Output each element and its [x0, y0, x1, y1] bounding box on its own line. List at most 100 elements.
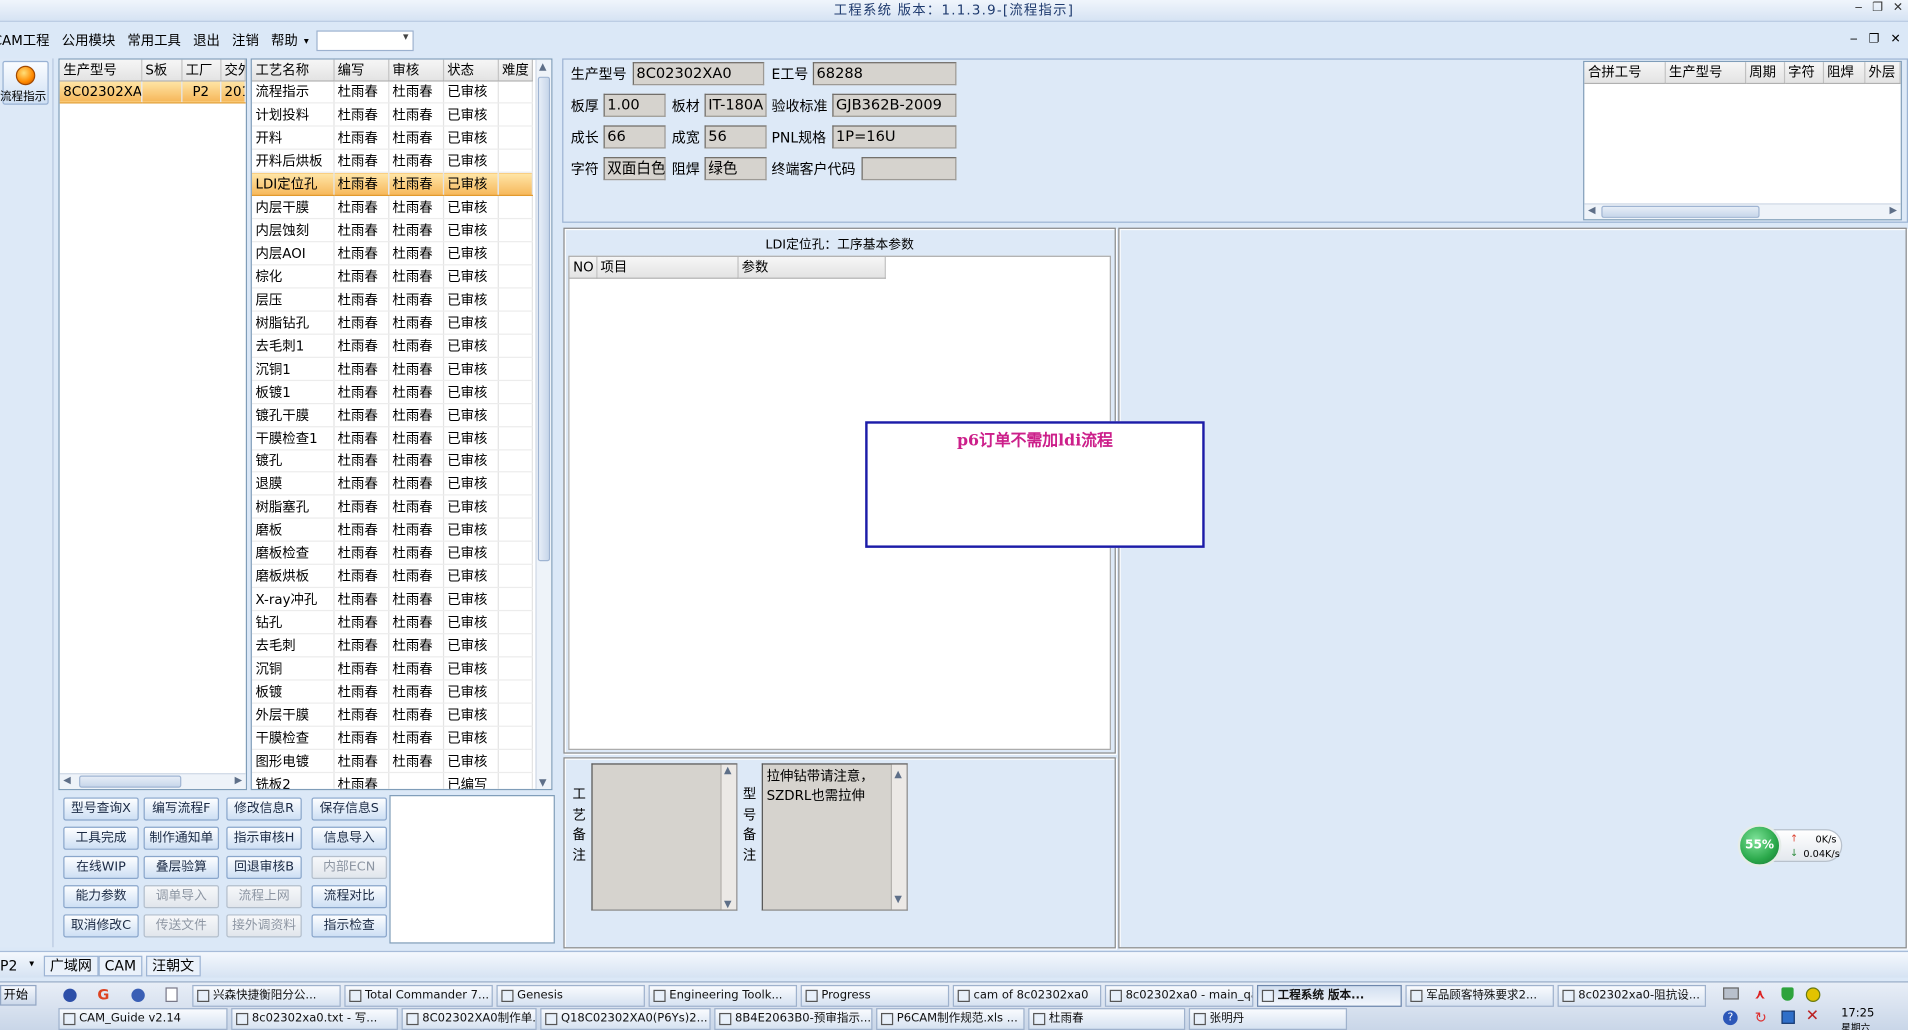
table-row[interactable]: X-ray冲孔 杜雨春 杜雨春 已审核: [251, 587, 533, 612]
table-row[interactable]: 树脂塞孔 杜雨春 杜雨春 已审核: [251, 495, 533, 520]
length-field[interactable]: 66: [603, 125, 666, 149]
taskbar-button[interactable]: CAM_Guide v2.14: [58, 1008, 228, 1030]
refresh-icon[interactable]: ↻: [1755, 1011, 1767, 1026]
scroll-up-icon[interactable]: ▲: [539, 61, 546, 72]
col-header[interactable]: 工厂: [181, 59, 221, 81]
table-row[interactable]: 板镀1 杜雨春 杜雨春 已审核: [251, 380, 533, 404]
model-field[interactable]: 8C02302XA0: [632, 62, 765, 86]
scroll-right-icon[interactable]: ▶: [235, 774, 242, 785]
app-icon[interactable]: [63, 988, 77, 1002]
shield-icon[interactable]: [1781, 987, 1794, 1001]
action-button[interactable]: 修改信息R: [226, 797, 302, 821]
action-button[interactable]: 流程上网: [226, 885, 302, 909]
scroll-left-icon[interactable]: ◀: [1588, 205, 1595, 216]
mdi-restore-icon[interactable]: ❐: [1869, 33, 1880, 46]
customer-code-field[interactable]: [861, 157, 957, 181]
col-header[interactable]: 编写: [333, 59, 389, 81]
app-icon[interactable]: G: [97, 987, 109, 1003]
e-no-field[interactable]: 68288: [812, 62, 957, 86]
minimize-icon[interactable]: ‒: [1855, 0, 1863, 22]
table-row[interactable]: 干膜检查1 杜雨春 杜雨春 已审核: [251, 426, 533, 450]
width-field[interactable]: 56: [704, 125, 767, 149]
col-header[interactable]: 周期: [1744, 62, 1785, 84]
table-row[interactable]: 沉铜1 杜雨春 杜雨春 已审核: [251, 357, 533, 381]
chevron-down-icon[interactable]: ▾: [304, 35, 309, 46]
table-row[interactable]: 磨板 杜雨春 杜雨春 已审核: [251, 518, 533, 543]
taskbar-button[interactable]: 工程系统 版本...: [1256, 984, 1402, 1007]
scroll-thumb[interactable]: [79, 775, 182, 788]
status-tab-wan[interactable]: 广域网: [43, 955, 98, 977]
job-grid-hscroll[interactable]: ◀ ▶: [59, 773, 246, 789]
action-button[interactable]: 流程对比: [311, 885, 387, 909]
solder-mask-field[interactable]: 绿色: [704, 157, 767, 181]
action-button[interactable]: 在线WIP: [63, 855, 139, 880]
menu-combo[interactable]: [316, 29, 414, 51]
table-row[interactable]: 外层干膜 杜雨春 杜雨春 已审核: [251, 702, 533, 727]
material-field[interactable]: IT-180A: [704, 93, 767, 117]
action-button[interactable]: 制作通知单: [143, 826, 220, 850]
scroll-down-icon[interactable]: ▼: [724, 899, 731, 910]
menu-help[interactable]: 帮助: [265, 30, 304, 49]
error-icon[interactable]: ✕: [1806, 1007, 1819, 1025]
taskbar-button[interactable]: 8B4E2063B0-预审指示...: [714, 1008, 873, 1030]
help-icon[interactable]: ?: [1723, 1010, 1738, 1026]
taskbar-button[interactable]: Q18C02302XA0(P6Ys)2...: [540, 1008, 711, 1030]
action-button[interactable]: 指示检查: [311, 914, 387, 938]
table-row[interactable]: 内层蚀刻 杜雨春 杜雨春 已审核: [251, 218, 533, 243]
menu-cam[interactable]: CAM工程: [0, 30, 56, 49]
table-row[interactable]: 磨板检查 杜雨春 杜雨春 已审核: [251, 541, 533, 566]
table-row[interactable]: 铣板2 杜雨春 已编写: [251, 772, 533, 789]
action-button[interactable]: 叠层验算: [143, 855, 220, 880]
action-button[interactable]: 工具完成: [63, 826, 139, 850]
table-row[interactable]: 板镀 杜雨春 杜雨春 已审核: [251, 679, 533, 704]
printer-icon[interactable]: [1723, 987, 1739, 1000]
mdi-close-icon[interactable]: ✕: [1890, 33, 1900, 46]
start-button[interactable]: 开始: [0, 984, 37, 1006]
app-icon[interactable]: [165, 987, 178, 1002]
taskbar-button[interactable]: 兴森快捷衡阳分公...: [192, 984, 341, 1007]
action-button[interactable]: 内部ECN: [311, 855, 387, 880]
action-button[interactable]: 调单导入: [143, 885, 220, 909]
app-icon[interactable]: [131, 988, 145, 1002]
taskbar-button[interactable]: P6CAM制作规范.xls ...: [876, 1008, 1025, 1030]
action-button[interactable]: 回退审核B: [226, 855, 302, 880]
table-row[interactable]: 8C02302XA0 P2 201: [59, 79, 246, 105]
scroll-left-icon[interactable]: ◀: [63, 774, 70, 785]
table-row[interactable]: 棕化 杜雨春 杜雨春 已审核: [251, 264, 533, 289]
network-icon[interactable]: [1781, 1010, 1795, 1024]
col-header[interactable]: 审核: [388, 59, 444, 81]
scroll-right-icon[interactable]: ▶: [1890, 205, 1897, 216]
action-button[interactable]: 编写流程F: [143, 797, 220, 821]
taskbar-button[interactable]: Total Commander 7...: [344, 984, 493, 1007]
col-header[interactable]: 外层: [1864, 62, 1901, 84]
action-button[interactable]: 传送文件: [143, 914, 220, 938]
menu-logout[interactable]: 注销: [226, 30, 265, 49]
memo-vscroll[interactable]: ▲ ▼: [890, 764, 907, 910]
action-button[interactable]: 取消修改C: [63, 914, 139, 938]
table-row[interactable]: 镀孔 杜雨春 杜雨春 已审核: [251, 449, 533, 473]
character-field[interactable]: 双面白色: [603, 157, 666, 181]
taskbar-button[interactable]: Engineering Toolk...: [648, 984, 798, 1007]
table-row[interactable]: 干膜检查 杜雨春 杜雨春 已审核: [251, 725, 533, 750]
table-row[interactable]: 内层AOI 杜雨春 杜雨春 已审核: [251, 241, 533, 266]
scroll-thumb[interactable]: [537, 76, 551, 562]
table-row[interactable]: 钻孔 杜雨春 杜雨春 已审核: [251, 610, 533, 635]
col-header[interactable]: 难度: [497, 59, 533, 81]
table-row[interactable]: 开料 杜雨春 杜雨春 已审核: [251, 126, 533, 151]
col-header[interactable]: 字符: [1783, 62, 1824, 84]
taskbar-button[interactable]: 8c02302xa0-阻抗设...: [1557, 984, 1707, 1007]
taskbar-button[interactable]: 军品顾客特殊要求2...: [1405, 984, 1554, 1007]
col-header[interactable]: 状态: [442, 59, 499, 81]
table-row[interactable]: 退膜 杜雨春 杜雨春 已审核: [251, 472, 533, 496]
table-row[interactable]: 磨板烘板 杜雨春 杜雨春 已审核: [251, 564, 533, 589]
antivirus-icon[interactable]: ⋏: [1755, 987, 1766, 1002]
table-row[interactable]: 开料后烘板 杜雨春 杜雨春 已审核: [251, 149, 533, 174]
scroll-up-icon[interactable]: ▲: [724, 765, 731, 776]
col-header[interactable]: NO: [569, 256, 597, 279]
taskbar-button[interactable]: 张明丹: [1188, 1008, 1348, 1030]
chevron-down-icon[interactable]: ▾: [29, 958, 34, 969]
menu-tools[interactable]: 常用工具: [121, 30, 187, 49]
scroll-down-icon[interactable]: ▼: [894, 890, 901, 909]
taskbar-button[interactable]: 8c02302xa0.txt - 写...: [231, 1008, 398, 1030]
action-button[interactable]: 接外调资料: [226, 914, 302, 938]
